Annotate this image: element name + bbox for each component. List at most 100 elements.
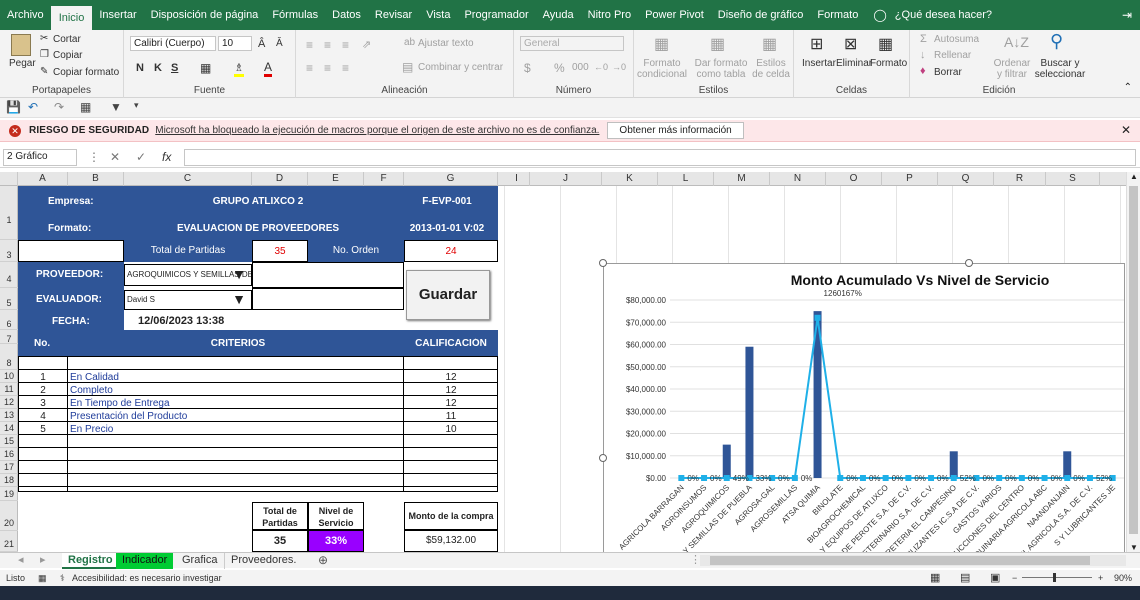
page-layout-icon[interactable]: ▤: [960, 571, 970, 584]
align-right-icon[interactable]: ≡: [342, 61, 349, 75]
line-point[interactable]: [837, 475, 844, 481]
row-header[interactable]: 12: [0, 396, 18, 409]
vertical-scrollbar[interactable]: ▲ ▼: [1126, 172, 1140, 552]
scroll-thumb[interactable]: [1129, 186, 1138, 534]
tab-programador[interactable]: Programador: [457, 0, 535, 30]
line-point[interactable]: [701, 475, 708, 481]
column-header[interactable]: L: [658, 172, 714, 186]
line-point[interactable]: [905, 475, 912, 481]
save-button[interactable]: Guardar: [406, 270, 490, 320]
merge-center-button[interactable]: Combinar y centrar: [418, 62, 503, 73]
scroll-up-icon[interactable]: ▲: [1130, 172, 1138, 181]
column-header[interactable]: B: [68, 172, 124, 186]
copy-button[interactable]: Copiar: [53, 50, 82, 61]
column-header[interactable]: G: [404, 172, 498, 186]
more-info-button[interactable]: Obtener más información: [607, 122, 744, 139]
zoom-in-icon[interactable]: +: [1098, 573, 1103, 583]
zoom-slider[interactable]: [1022, 573, 1092, 582]
font-color-icon[interactable]: A: [264, 60, 273, 77]
line-point[interactable]: [950, 475, 957, 481]
row-header[interactable]: 5: [0, 288, 18, 310]
row-header[interactable]: 15: [0, 435, 18, 448]
row-header[interactable]: 20: [0, 501, 18, 531]
column-header[interactable]: N: [770, 172, 826, 186]
font-size-select[interactable]: 10: [218, 36, 252, 51]
close-icon[interactable]: ✕: [1121, 123, 1131, 137]
paste-button[interactable]: Pegar: [9, 58, 36, 69]
blank-cell[interactable]: [18, 240, 124, 262]
bold-button[interactable]: N: [136, 62, 144, 74]
column-header[interactable]: Q: [938, 172, 994, 186]
criteria-score[interactable]: 11: [404, 411, 498, 422]
column-header[interactable]: C: [124, 172, 252, 186]
row-header[interactable]: 13: [0, 409, 18, 422]
bar[interactable]: [722, 444, 731, 478]
redo-icon[interactable]: ↷: [54, 100, 64, 114]
proveedor-dropdown-arrow[interactable]: ▼: [226, 264, 252, 286]
column-header[interactable]: O: [826, 172, 882, 186]
tab-inicio[interactable]: Inicio: [50, 6, 93, 30]
tab-insertar[interactable]: Insertar: [92, 0, 143, 30]
chart-resize-handle[interactable]: [599, 259, 607, 267]
chart-resize-handle[interactable]: [965, 259, 973, 267]
currency-icon[interactable]: $: [524, 61, 531, 75]
fecha-value[interactable]: 12/06/2023 13:38: [138, 315, 224, 327]
borders-icon[interactable]: ▦: [200, 61, 211, 75]
row-header[interactable]: 17: [0, 461, 18, 474]
zoom-slider-thumb[interactable]: [1053, 573, 1056, 582]
row-header[interactable]: 7: [0, 330, 18, 344]
macro-record-icon[interactable]: ▦: [38, 573, 47, 584]
format-table-button[interactable]: Dar formato como tabla: [692, 58, 750, 80]
underline-button[interactable]: S: [171, 62, 178, 74]
tab-diseno-grafico[interactable]: Diseño de gráfico: [711, 0, 811, 30]
criteria-score[interactable]: 12: [404, 385, 498, 396]
align-top-icon[interactable]: ≡: [306, 38, 313, 52]
name-box[interactable]: 2 Gráfico: [3, 149, 77, 166]
line-point[interactable]: [678, 475, 685, 481]
sheet-tab-registro[interactable]: Registro: [62, 553, 119, 569]
tab-vista[interactable]: Vista: [419, 0, 457, 30]
tab-ayuda[interactable]: Ayuda: [536, 0, 581, 30]
column-header[interactable]: I: [504, 172, 530, 186]
number-format-select[interactable]: General: [520, 36, 624, 51]
line-point[interactable]: [928, 475, 935, 481]
tab-formato[interactable]: Formato: [810, 0, 865, 30]
no-orden-value[interactable]: 24: [404, 240, 498, 262]
chart-resize-handle[interactable]: [599, 454, 607, 462]
fill-button[interactable]: Rellenar: [934, 50, 971, 61]
find-select-button[interactable]: Buscar y seleccionar: [1034, 58, 1086, 80]
row-header[interactable]: 19: [0, 487, 18, 501]
orientation-icon[interactable]: ⇗: [362, 38, 371, 51]
decrease-decimal-icon[interactable]: →0: [612, 62, 626, 72]
format-cells-button[interactable]: Formato: [870, 58, 907, 69]
tab-archivo[interactable]: Archivo: [0, 0, 51, 30]
column-header[interactable]: D: [252, 172, 308, 186]
font-name-select[interactable]: Calibri (Cuerpo): [130, 36, 216, 51]
criteria-score[interactable]: 12: [404, 398, 498, 409]
tab-nitro[interactable]: Nitro Pro: [581, 0, 638, 30]
formula-input[interactable]: [184, 149, 1136, 166]
filter-icon[interactable]: ▼: [110, 100, 122, 114]
comma-icon[interactable]: 000: [572, 62, 589, 73]
column-header[interactable]: E: [308, 172, 364, 186]
column-header[interactable]: F: [364, 172, 404, 186]
share-icon[interactable]: ⇥: [1122, 8, 1132, 22]
tab-datos[interactable]: Datos: [325, 0, 368, 30]
bar[interactable]: [745, 346, 754, 478]
summary-nivel-value[interactable]: 33%: [308, 530, 364, 552]
line-point[interactable]: [814, 314, 821, 321]
autosum-button[interactable]: Autosuma: [934, 34, 979, 45]
line-point[interactable]: [1018, 475, 1025, 481]
evaluador-dropdown-arrow[interactable]: ▼: [226, 290, 252, 310]
sheet-tab-indicador[interactable]: Indicador: [116, 553, 174, 569]
criteria-score[interactable]: 10: [404, 424, 498, 435]
column-header[interactable]: S: [1046, 172, 1100, 186]
tab-scroll-left-icon[interactable]: ◂: [12, 553, 30, 569]
tab-disposicion[interactable]: Disposición de página: [144, 0, 266, 30]
column-header[interactable]: K: [602, 172, 658, 186]
scroll-down-icon[interactable]: ▼: [1130, 543, 1138, 552]
delete-cells-button[interactable]: Eliminar: [836, 58, 872, 69]
wrap-text-button[interactable]: Ajustar texto: [418, 38, 474, 49]
normal-view-icon[interactable]: ▦: [930, 571, 940, 584]
shrink-font-icon[interactable]: Ǎ: [276, 38, 283, 49]
